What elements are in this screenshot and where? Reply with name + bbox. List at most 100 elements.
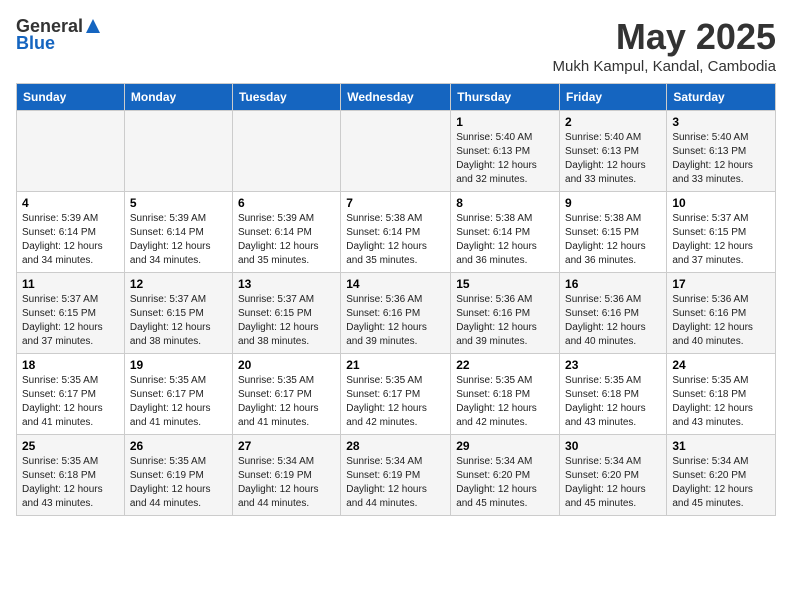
day-number: 9 (565, 196, 661, 210)
day-detail: Sunrise: 5:35 AMSunset: 6:17 PMDaylight:… (238, 374, 335, 430)
day-detail: Sunrise: 5:36 AMSunset: 6:16 PMDaylight:… (565, 293, 661, 349)
weekday-header-tuesday: Tuesday (232, 84, 340, 111)
logo: General Blue (16, 16, 102, 54)
day-detail: Sunrise: 5:40 AMSunset: 6:13 PMDaylight:… (456, 131, 554, 187)
calendar-cell: 25 Sunrise: 5:35 AMSunset: 6:18 PMDayligh… (17, 435, 125, 516)
title-block: May 2025 Mukh Kampul, Kandal, Cambodia (553, 16, 776, 75)
day-number: 31 (672, 439, 770, 453)
day-detail: Sunrise: 5:38 AMSunset: 6:14 PMDaylight:… (456, 212, 554, 268)
day-number: 20 (238, 358, 335, 372)
calendar-cell: 23Sunrise: 5:35 AMSunset: 6:18 PMDayligh… (560, 354, 667, 435)
day-number: 5 (130, 196, 227, 210)
day-detail: Sunrise: 5:37 AMSunset: 6:15 PMDaylight:… (238, 293, 335, 349)
day-number: 19 (130, 358, 227, 372)
day-number: 15 (456, 277, 554, 291)
day-number: 11 (22, 277, 119, 291)
day-detail: Sunrise: 5:35 AMSunset: 6:18 PMDaylight:… (672, 374, 770, 430)
calendar-cell: 8 Sunrise: 5:38 AMSunset: 6:14 PMDaylight… (451, 192, 560, 273)
day-number: 29 (456, 439, 554, 453)
day-number: 6 (238, 196, 335, 210)
calendar-cell: 16Sunrise: 5:36 AMSunset: 6:16 PMDayligh… (560, 273, 667, 354)
day-detail: Sunrise: 5:38 AMSunset: 6:14 PMDaylight:… (346, 212, 445, 268)
day-number: 2 (565, 115, 661, 129)
calendar-week-4: 18Sunrise: 5:35 AMSunset: 6:17 PMDayligh… (17, 354, 776, 435)
month-title: May 2025 (553, 16, 776, 58)
calendar-cell: 30Sunrise: 5:34 AMSunset: 6:20 PMDayligh… (560, 435, 667, 516)
calendar-week-5: 25 Sunrise: 5:35 AMSunset: 6:18 PMDayligh… (17, 435, 776, 516)
calendar-week-3: 11 Sunrise: 5:37 AMSunset: 6:15 PMDayligh… (17, 273, 776, 354)
calendar-cell: 31Sunrise: 5:34 AMSunset: 6:20 PMDayligh… (667, 435, 776, 516)
calendar-cell: 9Sunrise: 5:38 AMSunset: 6:15 PMDaylight… (560, 192, 667, 273)
calendar-week-2: 4 Sunrise: 5:39 AMSunset: 6:14 PMDaylight… (17, 192, 776, 273)
calendar-cell (124, 111, 232, 192)
calendar-cell: 29 Sunrise: 5:34 AMSunset: 6:20 PMDayligh… (451, 435, 560, 516)
day-detail: Sunrise: 5:35 AMSunset: 6:18 PMDaylight:… (22, 455, 119, 511)
logo-icon (84, 17, 102, 35)
weekday-header-thursday: Thursday (451, 84, 560, 111)
day-detail: Sunrise: 5:35 AMSunset: 6:18 PMDaylight:… (565, 374, 661, 430)
day-number: 21 (346, 358, 445, 372)
day-detail: Sunrise: 5:35 AMSunset: 6:17 PMDaylight:… (346, 374, 445, 430)
calendar-cell: 18Sunrise: 5:35 AMSunset: 6:17 PMDayligh… (17, 354, 125, 435)
calendar-cell: 14 Sunrise: 5:36 AMSunset: 6:16 PMDayligh… (341, 273, 451, 354)
day-detail: Sunrise: 5:39 AMSunset: 6:14 PMDaylight:… (22, 212, 119, 268)
logo-blue-text: Blue (16, 33, 55, 54)
day-number: 25 (22, 439, 119, 453)
day-detail: Sunrise: 5:39 AMSunset: 6:14 PMDaylight:… (130, 212, 227, 268)
calendar-cell: 10Sunrise: 5:37 AMSunset: 6:15 PMDayligh… (667, 192, 776, 273)
location-title: Mukh Kampul, Kandal, Cambodia (553, 58, 776, 75)
day-detail: Sunrise: 5:37 AMSunset: 6:15 PMDaylight:… (130, 293, 227, 349)
weekday-header-friday: Friday (560, 84, 667, 111)
day-detail: Sunrise: 5:34 AMSunset: 6:19 PMDaylight:… (346, 455, 445, 511)
day-detail: Sunrise: 5:36 AMSunset: 6:16 PMDaylight:… (456, 293, 554, 349)
day-number: 13 (238, 277, 335, 291)
day-number: 10 (672, 196, 770, 210)
calendar-cell (17, 111, 125, 192)
day-detail: Sunrise: 5:35 AMSunset: 6:19 PMDaylight:… (130, 455, 227, 511)
weekday-header-sunday: Sunday (17, 84, 125, 111)
day-number: 3 (672, 115, 770, 129)
weekday-header-row: SundayMondayTuesdayWednesdayThursdayFrid… (17, 84, 776, 111)
day-number: 12 (130, 277, 227, 291)
calendar-table: SundayMondayTuesdayWednesdayThursdayFrid… (16, 83, 776, 516)
calendar-cell: 24 Sunrise: 5:35 AMSunset: 6:18 PMDayligh… (667, 354, 776, 435)
day-number: 26 (130, 439, 227, 453)
day-detail: Sunrise: 5:39 AMSunset: 6:14 PMDaylight:… (238, 212, 335, 268)
day-detail: Sunrise: 5:36 AMSunset: 6:16 PMDaylight:… (346, 293, 445, 349)
calendar-cell: 1 Sunrise: 5:40 AMSunset: 6:13 PMDaylight… (451, 111, 560, 192)
day-detail: Sunrise: 5:34 AMSunset: 6:20 PMDaylight:… (456, 455, 554, 511)
day-detail: Sunrise: 5:40 AMSunset: 6:13 PMDaylight:… (565, 131, 661, 187)
calendar-cell: 26 Sunrise: 5:35 AMSunset: 6:19 PMDayligh… (124, 435, 232, 516)
day-number: 27 (238, 439, 335, 453)
calendar-cell: 12 Sunrise: 5:37 AMSunset: 6:15 PMDayligh… (124, 273, 232, 354)
calendar-cell: 11 Sunrise: 5:37 AMSunset: 6:15 PMDayligh… (17, 273, 125, 354)
calendar-cell: 19 Sunrise: 5:35 AMSunset: 6:17 PMDayligh… (124, 354, 232, 435)
weekday-header-monday: Monday (124, 84, 232, 111)
day-number: 14 (346, 277, 445, 291)
day-detail: Sunrise: 5:35 AMSunset: 6:17 PMDaylight:… (22, 374, 119, 430)
calendar-cell: 15 Sunrise: 5:36 AMSunset: 6:16 PMDayligh… (451, 273, 560, 354)
day-detail: Sunrise: 5:36 AMSunset: 6:16 PMDaylight:… (672, 293, 770, 349)
day-detail: Sunrise: 5:35 AMSunset: 6:17 PMDaylight:… (130, 374, 227, 430)
weekday-header-saturday: Saturday (667, 84, 776, 111)
day-detail: Sunrise: 5:35 AMSunset: 6:18 PMDaylight:… (456, 374, 554, 430)
day-number: 24 (672, 358, 770, 372)
day-detail: Sunrise: 5:37 AMSunset: 6:15 PMDaylight:… (22, 293, 119, 349)
calendar-week-1: 1 Sunrise: 5:40 AMSunset: 6:13 PMDaylight… (17, 111, 776, 192)
calendar-cell: 22 Sunrise: 5:35 AMSunset: 6:18 PMDayligh… (451, 354, 560, 435)
day-number: 22 (456, 358, 554, 372)
calendar-cell: 7Sunrise: 5:38 AMSunset: 6:14 PMDaylight… (341, 192, 451, 273)
page-header: General Blue May 2025 Mukh Kampul, Kanda… (16, 16, 776, 75)
day-number: 4 (22, 196, 119, 210)
day-number: 1 (456, 115, 554, 129)
day-number: 8 (456, 196, 554, 210)
day-number: 28 (346, 439, 445, 453)
calendar-cell: 5 Sunrise: 5:39 AMSunset: 6:14 PMDaylight… (124, 192, 232, 273)
calendar-cell: 27Sunrise: 5:34 AMSunset: 6:19 PMDayligh… (232, 435, 340, 516)
calendar-cell: 3Sunrise: 5:40 AMSunset: 6:13 PMDaylight… (667, 111, 776, 192)
calendar-cell: 4 Sunrise: 5:39 AMSunset: 6:14 PMDaylight… (17, 192, 125, 273)
calendar-cell: 21 Sunrise: 5:35 AMSunset: 6:17 PMDayligh… (341, 354, 451, 435)
calendar-cell: 28 Sunrise: 5:34 AMSunset: 6:19 PMDayligh… (341, 435, 451, 516)
calendar-cell: 17Sunrise: 5:36 AMSunset: 6:16 PMDayligh… (667, 273, 776, 354)
calendar-cell: 2 Sunrise: 5:40 AMSunset: 6:13 PMDaylight… (560, 111, 667, 192)
